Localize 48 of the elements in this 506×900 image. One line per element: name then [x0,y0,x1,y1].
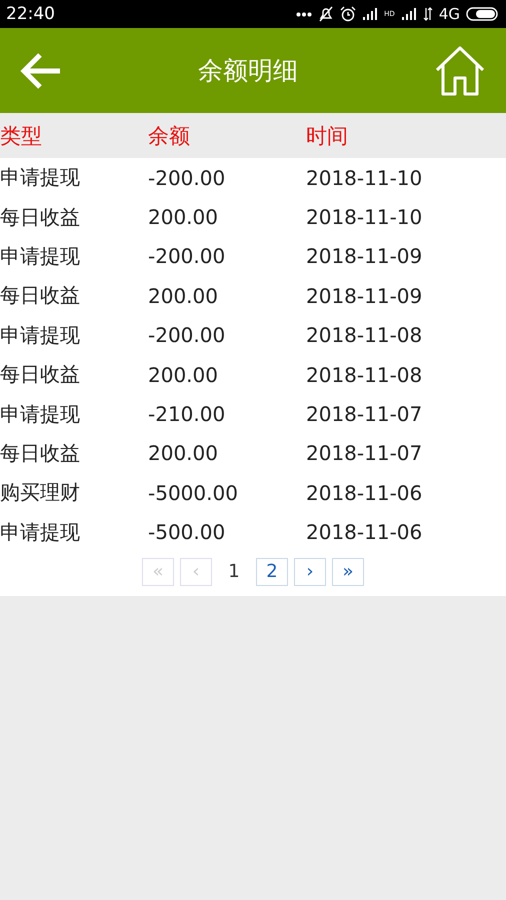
table-cell-text: -200.00 [148,244,226,268]
alarm-clock-icon [340,6,356,22]
table-cell-text: 申请提现 [0,518,81,546]
home-icon[interactable] [434,44,486,96]
table-cell-text: 每日收益 [0,361,81,388]
table-cell-text: 200.00 [148,362,219,387]
table-cell-text: 2018-11-06 [306,480,424,505]
table-cell-text: 200.00 [148,205,219,230]
pager-button[interactable]: › [294,558,326,586]
table-cell-text: 每日收益 [0,204,81,231]
battery-icon [466,6,500,22]
table-cell-text: 每日收益 [0,440,81,467]
table-cell-text: 申请提现 [0,400,81,428]
table-cell-text: 2018-11-08 [306,323,424,348]
table-cell-text: 2018-11-07 [306,441,424,466]
table-cell-text: 2018-11-09 [306,244,424,268]
table-cell-text: -500.00 [148,520,226,544]
table-cell-text: -200.00 [148,323,226,348]
signal-icon [362,7,378,21]
column-header: 时间 [306,122,349,150]
table-cell-text: 2018-11-07 [306,402,424,426]
table-cell-text: 200.00 [148,441,219,466]
table-cell-text: 申请提现 [0,322,81,349]
table-cell-text: 申请提现 [0,242,81,270]
table-cell-text: -5000.00 [148,480,239,505]
data-arrows-icon [422,7,433,21]
signal-icon [400,7,417,21]
table-cell-text: 2018-11-10 [306,166,424,190]
column-header: 类型 [0,122,43,150]
more-dots-icon [296,12,312,16]
column-header: 余额 [148,122,191,150]
table-cell-text: 200.00 [148,284,219,308]
table-cell-text: 申请提现 [0,164,81,192]
page-title: 余额明细 [198,55,298,87]
table-cell-text: 2018-11-09 [306,284,424,308]
table-cell-text: -210.00 [148,402,226,426]
table-cell-text: 每日收益 [0,282,81,310]
pager-button[interactable]: 2 [256,558,288,586]
table-cell-text: 2018-11-06 [306,520,424,544]
network-type: 4G [438,5,460,23]
clock-time: 22:40 [6,4,56,24]
back-arrow-icon[interactable] [20,52,62,88]
table-cell-text: 2018-11-08 [306,362,424,387]
table-cell-text: 2018-11-10 [306,205,424,230]
pager-button[interactable]: » [332,558,364,586]
table-cell-text: 购买理财 [0,479,81,506]
table-cell-text: -200.00 [148,166,226,190]
muted-bell-icon [318,6,334,22]
